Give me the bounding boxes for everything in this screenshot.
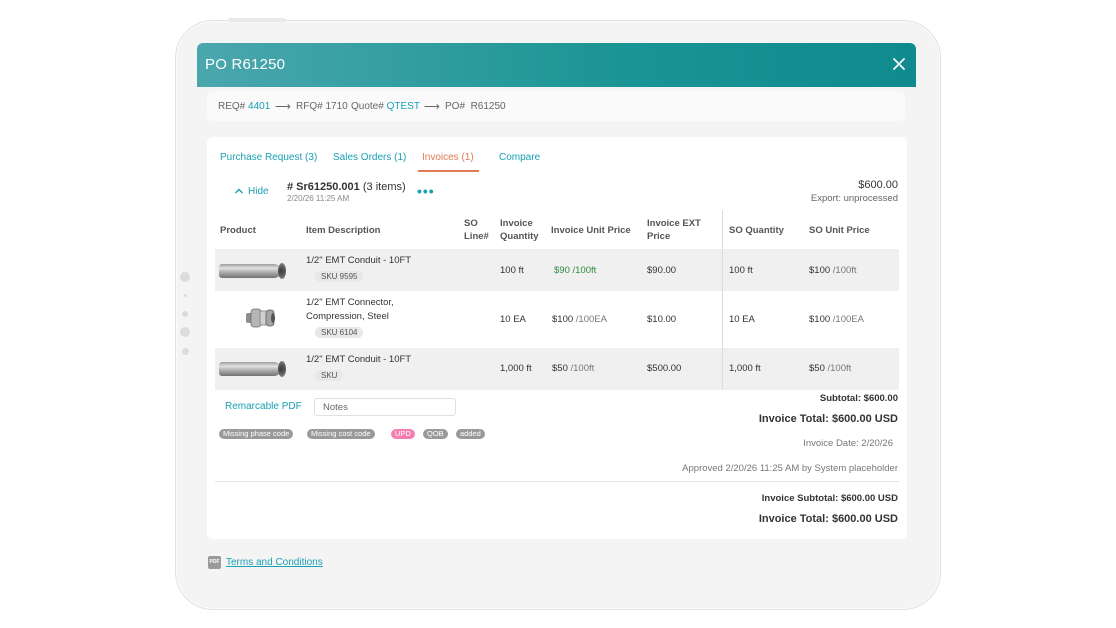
tablet-side-button <box>180 272 190 282</box>
breadcrumb-req: REQ# 4401 <box>218 101 271 112</box>
grand-invoice-total: Invoice Total: $600.00 USD <box>758 513 898 525</box>
tablet-side-dot <box>184 294 187 297</box>
so-unit-price: $100 /100ft <box>809 265 857 276</box>
chevron-up-icon <box>235 188 243 194</box>
col-header-so-unit-price: SO Unit Price <box>809 225 870 236</box>
invoice-ext-price: $500.00 <box>647 363 682 374</box>
col-header-so-line: SO Line# <box>464 218 489 242</box>
subtotal: Subtotal: $600.00 <box>819 393 898 404</box>
tag-upd: UPD <box>391 429 415 439</box>
req-link[interactable]: 4401 <box>248 101 270 112</box>
invoice-date: Invoice Date: 2/20/26 <box>803 438 893 449</box>
breadcrumb-quote: Quote# QTEST <box>351 101 420 112</box>
invoice-ext-price: $10.00 <box>647 314 677 325</box>
invoice-ext-price: $90.00 <box>647 265 677 276</box>
invoice-number: # Sr61250.001 (3 items) <box>287 181 406 193</box>
conduit-pipe-image <box>219 362 281 376</box>
tab-purchase-request[interactable]: Purchase Request (3) <box>220 152 317 163</box>
export-status: Export: unprocessed <box>810 193 898 204</box>
item-description: 1/2" EMT Conduit - 10FT <box>306 255 412 266</box>
approval-info: Approved 2/20/26 11:25 AM by System plac… <box>682 463 898 474</box>
col-header-so-qty: SO Quantity <box>729 225 784 236</box>
so-quantity: 10 EA <box>729 314 755 325</box>
item-description: 1/2" EMT Conduit - 10FT <box>306 354 412 365</box>
col-header-invoice-ext-price: Invoice EXT Price <box>647 218 701 242</box>
invoice-unit-price: $100 /100EA <box>552 314 607 325</box>
breadcrumb: REQ# 4401 ⟶ RFQ# 1710 Quote# QTEST ⟶ PO#… <box>207 91 905 121</box>
emt-connector-image <box>246 308 275 328</box>
col-header-description: Item Description <box>306 225 381 236</box>
active-tab-indicator <box>418 170 479 172</box>
col-header-product: Product <box>220 225 256 236</box>
arrow-right-icon: ⟶ <box>424 101 440 113</box>
notes-input[interactable] <box>314 398 456 416</box>
tablet-side-dot <box>182 311 188 317</box>
conduit-pipe-end <box>278 361 286 377</box>
tablet-side-button <box>180 327 190 337</box>
breadcrumb-po: PO# R61250 <box>445 101 506 112</box>
item-description-line2: Compression, Steel <box>306 311 389 322</box>
table-row: 1/2" EMT Connector, Compression, Steel S… <box>215 291 899 348</box>
invoice-quantity: 100 ft <box>500 265 524 276</box>
col-header-invoice-unit-price: Invoice Unit Price <box>551 225 631 236</box>
invoice-unit-price: $50 /100ft <box>552 363 595 374</box>
tablet-top-button <box>228 18 286 22</box>
tag-missing-cost-code: Missing cost code <box>307 429 375 439</box>
grand-invoice-subtotal: Invoice Subtotal: $600.00 USD <box>761 493 898 504</box>
tab-compare[interactable]: Compare <box>499 152 540 163</box>
conduit-pipe-image <box>219 264 281 278</box>
tag-added: added <box>456 429 485 439</box>
invoice-card: Purchase Request (3) Sales Orders (1) In… <box>207 137 907 539</box>
tag-missing-phase-code: Missing phase code <box>219 429 294 439</box>
sku-badge: SKU <box>315 370 344 381</box>
tab-sales-orders[interactable]: Sales Orders (1) <box>333 152 406 163</box>
invoice-datetime: 2/20/26 11:25 AM <box>287 194 350 203</box>
tablet-side-dot <box>182 348 189 355</box>
arrow-right-icon: ⟶ <box>275 101 291 113</box>
sku-badge: SKU 6104 <box>315 327 364 338</box>
table-row: 1/2" EMT Conduit - 10FT SKU 1,000 ft $50… <box>215 348 899 390</box>
breadcrumb-rfq: RFQ# 1710 <box>296 101 348 112</box>
table-row: 1/2" EMT Conduit - 10FT SKU 9595 100 ft … <box>215 249 899 291</box>
quote-link[interactable]: QTEST <box>387 101 420 112</box>
modal-title: PO R61250 <box>205 56 286 73</box>
tag-qob: QOB <box>423 429 448 439</box>
invoice-quantity: 1,000 ft <box>500 363 532 374</box>
tab-invoices[interactable]: Invoices (1) <box>422 152 474 163</box>
item-description: 1/2" EMT Connector, <box>306 297 394 308</box>
more-options-icon[interactable]: ••• <box>417 183 435 199</box>
col-header-invoice-qty: Invoice Quantity <box>500 218 539 242</box>
invoice-amount: $600.00 <box>858 179 898 191</box>
invoice-total: Invoice Total: $600.00 USD <box>758 413 898 425</box>
so-unit-price: $50 /100ft <box>809 363 852 374</box>
invoice-quantity: 10 EA <box>500 314 526 325</box>
remarcable-pdf-link[interactable]: Remarcable PDF <box>225 401 302 412</box>
hide-button[interactable]: Hide <box>234 186 269 197</box>
pdf-icon: PDF <box>208 556 221 569</box>
column-divider <box>722 210 723 390</box>
modal-header: PO R61250 <box>197 43 916 87</box>
divider <box>215 481 899 482</box>
terms-and-conditions-link[interactable]: Terms and Conditions <box>226 557 323 568</box>
so-quantity: 1,000 ft <box>729 363 761 374</box>
invoice-unit-price: $90 /100ft <box>554 265 597 276</box>
conduit-pipe-end <box>278 263 286 279</box>
so-quantity: 100 ft <box>729 265 753 276</box>
close-icon[interactable] <box>890 54 908 74</box>
sku-badge: SKU 9595 <box>315 271 364 282</box>
so-unit-price: $100 /100EA <box>809 314 864 325</box>
